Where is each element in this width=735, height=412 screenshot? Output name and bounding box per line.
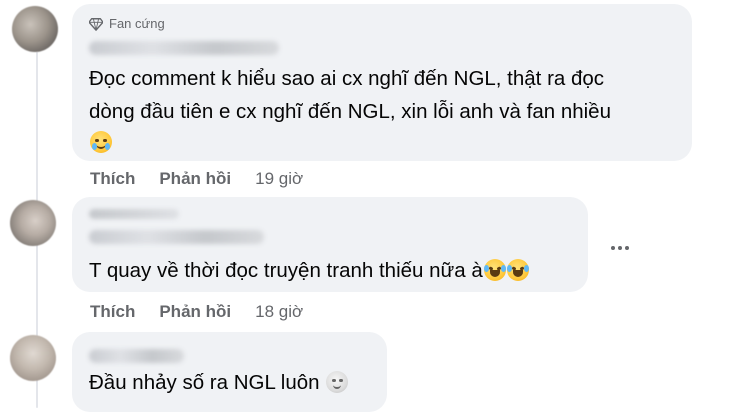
author-name[interactable] [89, 41, 279, 55]
avatar[interactable] [10, 335, 56, 381]
laughing-face-icon [483, 259, 506, 281]
comment-timestamp[interactable]: 19 giờ [255, 169, 303, 189]
comment-text-content: T quay về thời đọc truyện tranh thiếu nữ… [89, 259, 483, 282]
like-button[interactable]: Thích [90, 302, 135, 322]
tearful-face-icon [90, 131, 112, 153]
author-name[interactable] [89, 349, 184, 363]
fan-badge [89, 209, 179, 219]
comment-actions: Thích Phản hồi 19 giờ [90, 169, 303, 189]
comment-text: T quay về thời đọc truyện tranh thiếu nữ… [89, 256, 529, 286]
comment-text-line-3 [89, 128, 112, 158]
reply-button[interactable]: Phản hồi [159, 302, 231, 322]
comment-bubble: Fan cứng Đọc comment k hiểu sao ai cx ng… [72, 4, 692, 161]
comment-timestamp[interactable]: 18 giờ [255, 302, 303, 322]
comment-text-line-1: Đọc comment k hiểu sao ai cx nghĩ đến NG… [89, 67, 605, 90]
laughing-face-icon [506, 259, 529, 281]
fan-badge: Fan cứng [89, 16, 165, 31]
more-options-icon[interactable] [604, 232, 636, 264]
fan-badge-label: Fan cứng [109, 16, 165, 31]
comment-text-content: Đầu nhảy số ra NGL luôn [89, 371, 320, 394]
author-name[interactable] [89, 230, 264, 244]
avatar[interactable] [10, 200, 56, 246]
comment-bubble: Đầu nhảy số ra NGL luôn [72, 332, 387, 412]
like-button[interactable]: Thích [90, 169, 135, 189]
comment-bubble: T quay về thời đọc truyện tranh thiếu nữ… [72, 197, 588, 292]
diamond-icon [89, 17, 103, 31]
comment-text: Đầu nhảy số ra NGL luôn [89, 368, 349, 398]
comment-actions: Thích Phản hồi 18 giờ [90, 302, 303, 322]
reply-button[interactable]: Phản hồi [159, 169, 231, 189]
comment-text-line-2: dòng đầu tiên e cx nghĩ đến NGL, xin lỗi… [89, 100, 611, 123]
avatar[interactable] [12, 6, 58, 52]
moon-face-icon [326, 371, 349, 393]
